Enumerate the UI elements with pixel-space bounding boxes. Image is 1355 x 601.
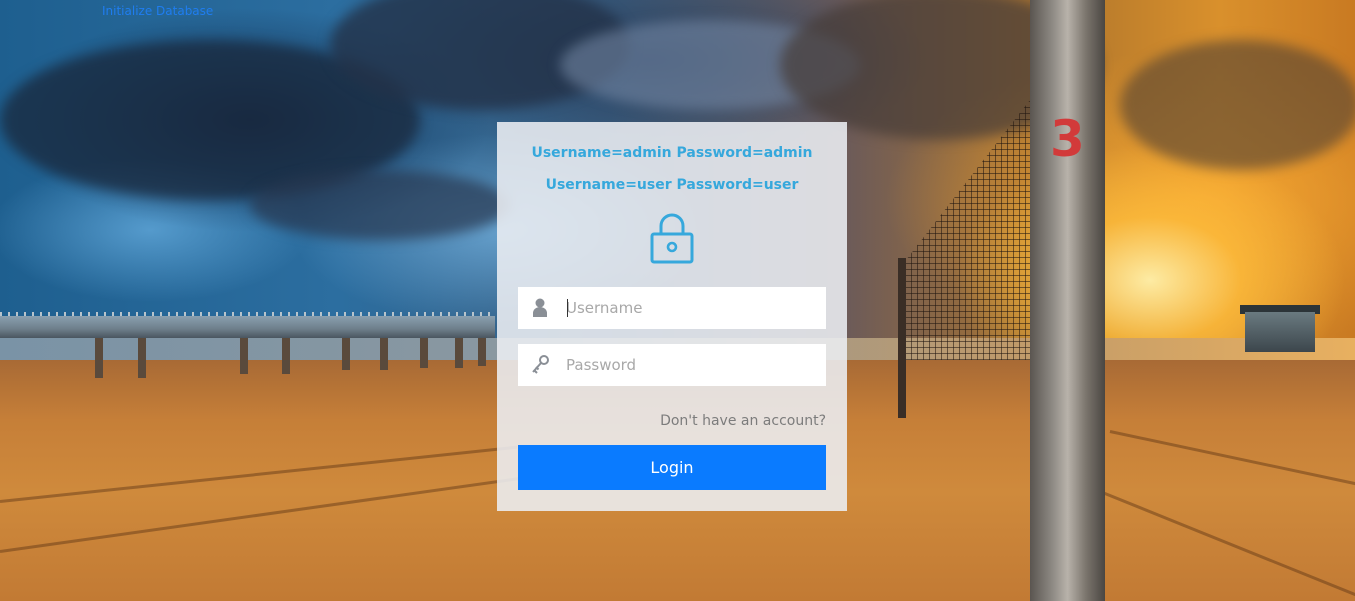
user-icon xyxy=(533,298,547,317)
pier-leg xyxy=(95,338,103,378)
pole-number: 3 xyxy=(1050,110,1085,168)
text-caret xyxy=(567,299,568,317)
pier-leg xyxy=(380,338,388,370)
pier-leg xyxy=(478,338,486,366)
login-page: 3 Initialize Database Username=admin Pas… xyxy=(0,0,1355,601)
password-field[interactable] xyxy=(518,344,826,386)
pier-leg xyxy=(138,338,146,378)
lifeguard-tower xyxy=(1245,312,1315,352)
username-input[interactable] xyxy=(566,287,816,329)
pier-leg xyxy=(342,338,350,370)
initialize-database-link[interactable]: Initialize Database xyxy=(102,4,213,18)
cloud xyxy=(250,170,510,240)
lock-icon xyxy=(650,213,694,264)
signup-link[interactable]: Don't have an account? xyxy=(660,413,826,429)
user-credentials-hint: Username=user Password=user xyxy=(545,177,799,193)
net-pole xyxy=(898,258,906,418)
pier-leg xyxy=(455,338,463,368)
pier-leg xyxy=(240,338,248,374)
wooden-pole xyxy=(1030,0,1105,601)
key-icon xyxy=(532,355,549,374)
pier-leg xyxy=(420,338,428,368)
username-field[interactable] xyxy=(518,287,826,329)
password-input[interactable] xyxy=(566,344,816,386)
login-button[interactable]: Login xyxy=(518,445,826,490)
admin-credentials-hint: Username=admin Password=admin xyxy=(531,145,813,161)
pier-leg xyxy=(282,338,290,374)
cloud xyxy=(1120,40,1355,170)
login-panel: Username=admin Password=admin Username=u… xyxy=(497,122,847,511)
pier-deck xyxy=(0,316,495,338)
